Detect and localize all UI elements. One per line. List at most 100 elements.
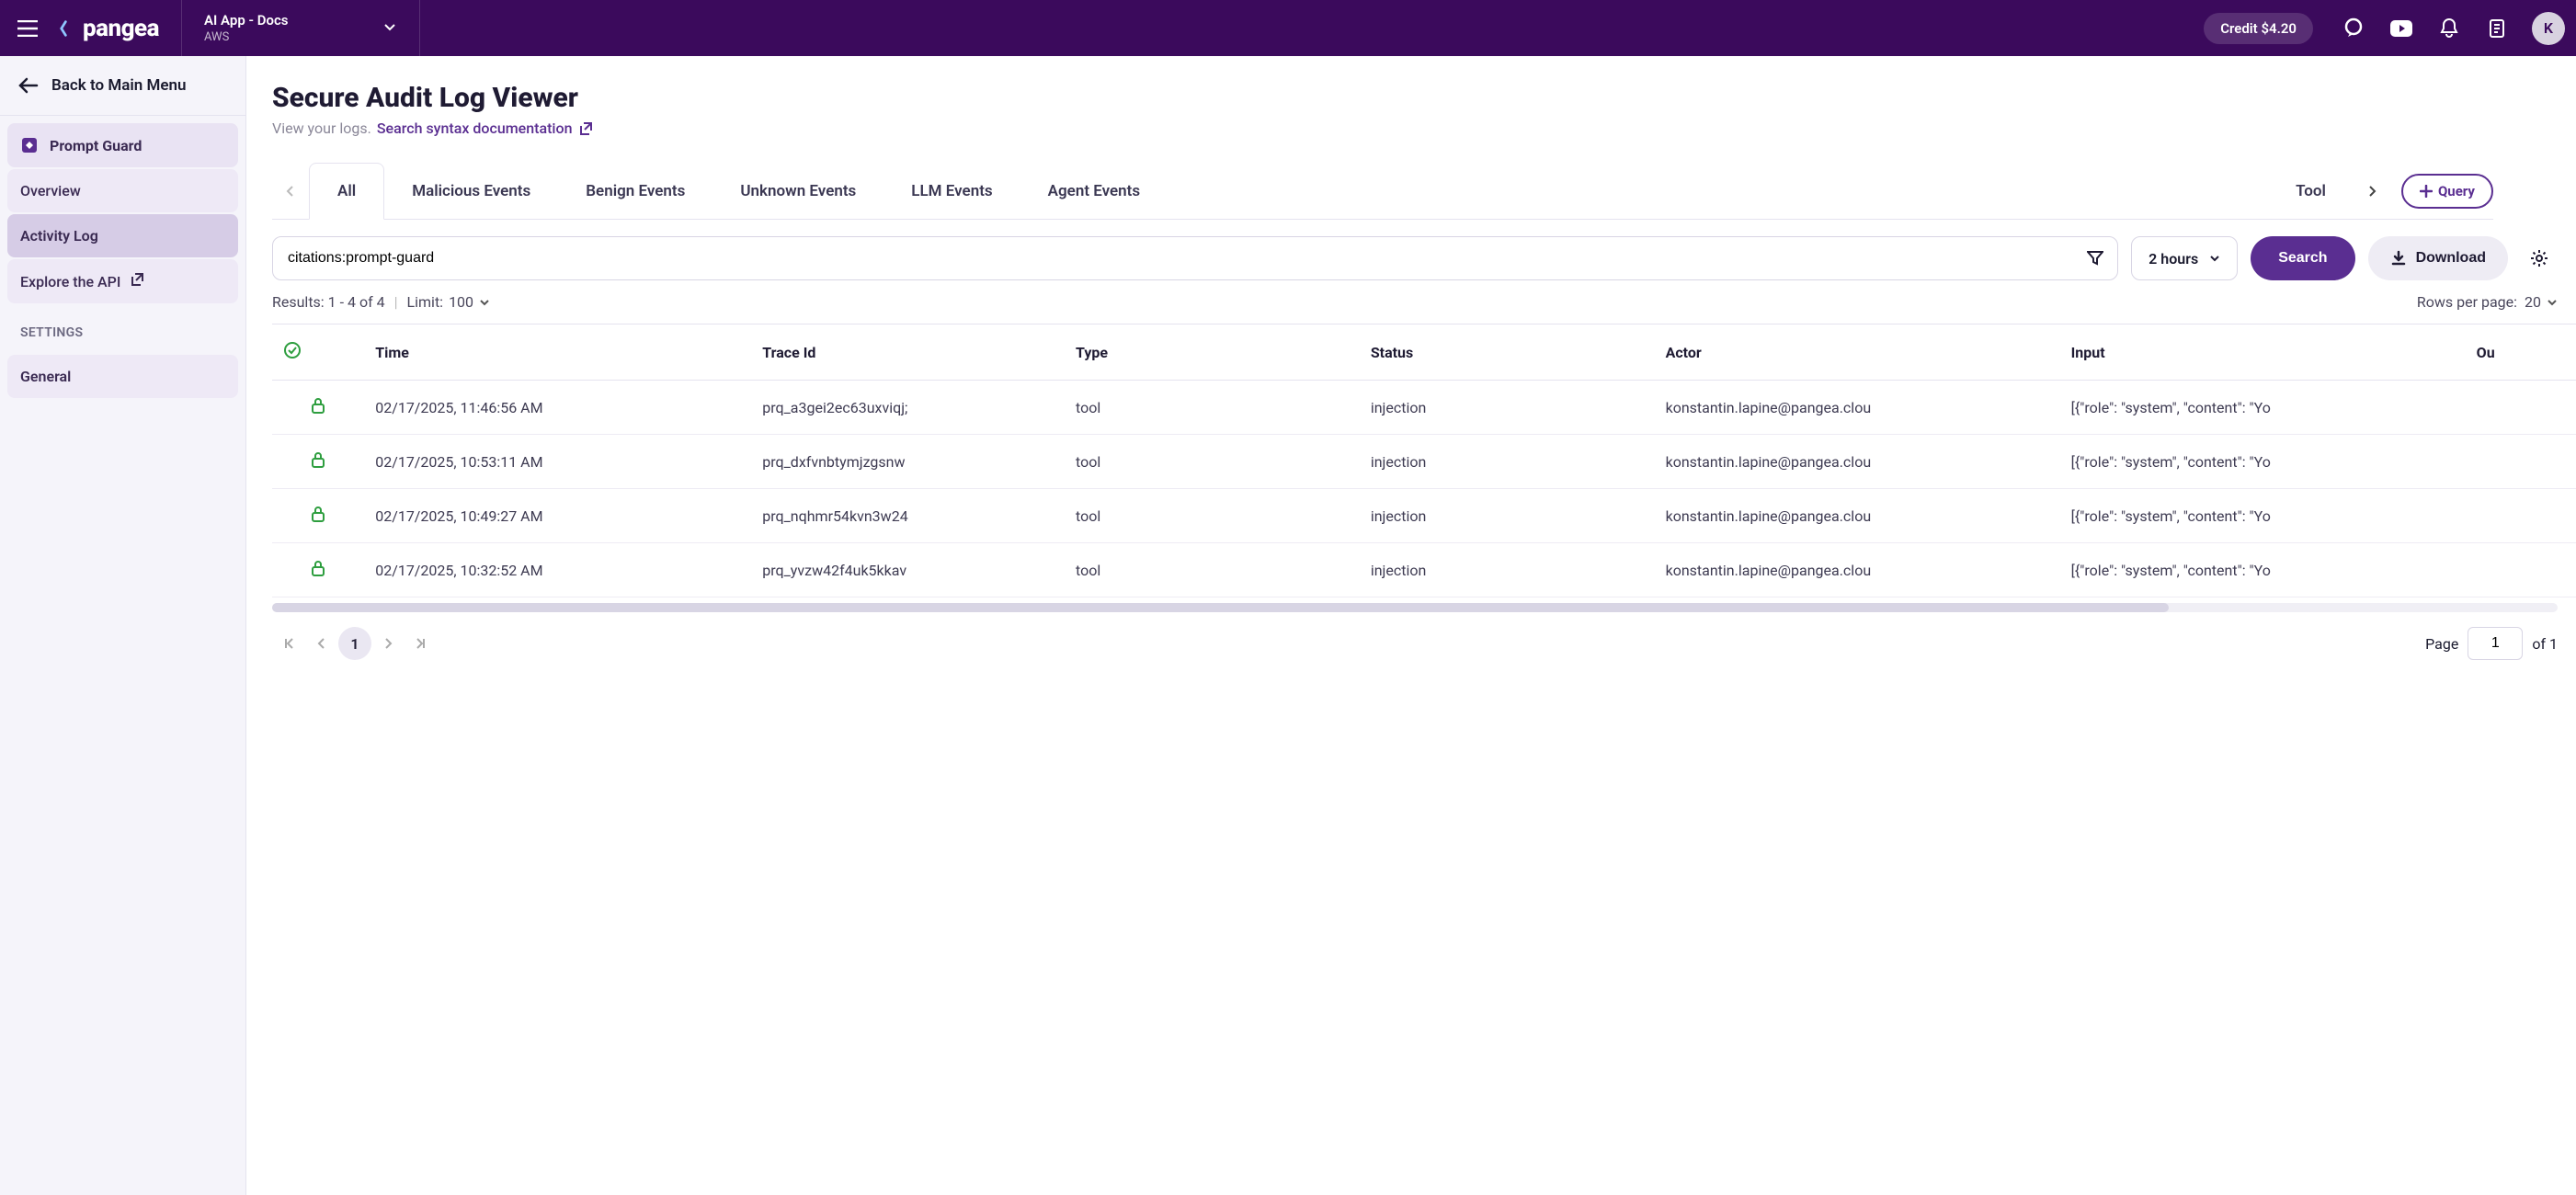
page-title: Secure Audit Log Viewer xyxy=(272,82,2576,114)
shield-icon xyxy=(20,136,39,154)
tab-benign[interactable]: Benign Events xyxy=(558,164,712,219)
col-time[interactable]: Time xyxy=(364,324,751,381)
col-trace[interactable]: Trace Id xyxy=(751,324,1065,381)
col-output[interactable]: Ou xyxy=(2466,324,2576,381)
back-label: Back to Main Menu xyxy=(51,76,186,95)
back-to-main[interactable]: Back to Main Menu xyxy=(0,56,245,116)
topbar: pangea AI App - Docs AWS Credit $4.20 K xyxy=(0,0,2576,56)
cell-time: 02/17/2025, 11:46:56 AM xyxy=(364,381,751,435)
search-row: 2 hours Search Download xyxy=(272,236,2576,280)
lock-icon xyxy=(311,506,325,522)
chevron-down-icon xyxy=(2547,297,2558,308)
cell-time: 02/17/2025, 10:32:52 AM xyxy=(364,543,751,598)
sidebar-item-label: Explore the API xyxy=(20,273,120,290)
filter-button[interactable] xyxy=(2073,237,2117,279)
col-status[interactable]: Status xyxy=(1360,324,1655,381)
credit-badge[interactable]: Credit $4.20 xyxy=(2204,13,2313,44)
cell-time: 02/17/2025, 10:49:27 AM xyxy=(364,489,751,543)
horizontal-scrollbar[interactable] xyxy=(272,603,2558,612)
chevron-down-icon xyxy=(479,297,490,308)
sidebar-item-activity-log[interactable]: Activity Log xyxy=(7,214,238,257)
page-last[interactable] xyxy=(405,627,438,660)
menu-icon[interactable] xyxy=(11,12,44,45)
app-selector[interactable]: AI App - Docs AWS xyxy=(181,0,420,56)
tab-llm[interactable]: LLM Events xyxy=(883,164,1020,219)
tab-tool[interactable]: Tool xyxy=(2268,164,2354,219)
lock-icon xyxy=(311,451,325,468)
docs-icon[interactable] xyxy=(2480,12,2513,45)
time-range-select[interactable]: 2 hours xyxy=(2131,236,2238,280)
cell-input: [{"role": "system", "content": "Yo xyxy=(2060,435,2466,489)
lock-icon xyxy=(311,560,325,576)
cell-output xyxy=(2466,543,2576,598)
log-table-wrap: Time Trace Id Type Status Actor Input Ou… xyxy=(272,324,2576,598)
col-actor[interactable]: Actor xyxy=(1655,324,2060,381)
cell-type: tool xyxy=(1065,543,1360,598)
search-input[interactable] xyxy=(273,250,2073,267)
tab-agent[interactable]: Agent Events xyxy=(1020,164,1168,219)
page-input[interactable] xyxy=(2468,627,2523,660)
sidebar-item-label: Overview xyxy=(20,182,81,199)
filter-icon xyxy=(2087,250,2103,267)
cell-output xyxy=(2466,435,2576,489)
cell-actor: konstantin.lapine@pangea.clou xyxy=(1655,489,2060,543)
page-subtitle: View your logs. Search syntax documentat… xyxy=(272,120,2576,137)
table-settings-button[interactable] xyxy=(2521,240,2558,277)
page-prev[interactable] xyxy=(305,627,338,660)
cell-status: injection xyxy=(1360,543,1655,598)
cell-time: 02/17/2025, 10:53:11 AM xyxy=(364,435,751,489)
add-query-button[interactable]: Query xyxy=(2401,174,2493,209)
col-input[interactable]: Input xyxy=(2060,324,2466,381)
cell-trace: prq_yvzw42f4uk5kkav xyxy=(751,543,1065,598)
tab-malicious[interactable]: Malicious Events xyxy=(384,164,558,219)
page-next[interactable] xyxy=(371,627,405,660)
sidebar-section-prompt-guard[interactable]: Prompt Guard xyxy=(7,123,238,167)
table-row[interactable]: 02/17/2025, 10:32:52 AMprq_yvzw42f4uk5kk… xyxy=(272,543,2576,598)
docs-link[interactable]: Search syntax documentation xyxy=(377,120,593,137)
cell-actor: konstantin.lapine@pangea.clou xyxy=(1655,543,2060,598)
cell-input: [{"role": "system", "content": "Yo xyxy=(2060,543,2466,598)
external-link-icon xyxy=(130,272,144,290)
cell-input: [{"role": "system", "content": "Yo xyxy=(2060,489,2466,543)
youtube-icon[interactable] xyxy=(2385,12,2418,45)
page-number[interactable]: 1 xyxy=(338,627,371,660)
rows-per-page-select[interactable]: 20 xyxy=(2525,293,2558,311)
cell-trace: prq_nqhmr54kvn3w24 xyxy=(751,489,1065,543)
sidebar-item-overview[interactable]: Overview xyxy=(7,169,238,212)
app-provider: AWS xyxy=(204,30,289,44)
tab-all[interactable]: All xyxy=(309,163,384,220)
download-button[interactable]: Download xyxy=(2368,236,2508,280)
search-button[interactable]: Search xyxy=(2251,236,2354,280)
cell-status: injection xyxy=(1360,435,1655,489)
tab-unknown[interactable]: Unknown Events xyxy=(712,164,883,219)
logo[interactable]: pangea xyxy=(59,15,159,42)
results-count: Results: 1 - 4 of 4 xyxy=(272,293,385,311)
chat-icon[interactable] xyxy=(2337,12,2370,45)
table-row[interactable]: 02/17/2025, 11:46:56 AMprq_a3gei2ec63uxv… xyxy=(272,381,2576,435)
col-type[interactable]: Type xyxy=(1065,324,1360,381)
cell-status: injection xyxy=(1360,489,1655,543)
sidebar-item-general[interactable]: General xyxy=(7,355,238,398)
tabs-prev[interactable] xyxy=(272,185,309,198)
bell-icon[interactable] xyxy=(2433,12,2466,45)
download-icon xyxy=(2390,250,2407,267)
col-verify xyxy=(272,324,364,381)
gear-icon xyxy=(2529,248,2549,268)
log-table: Time Trace Id Type Status Actor Input Ou… xyxy=(272,324,2576,598)
sidebar-item-label: General xyxy=(20,368,71,385)
page-first[interactable] xyxy=(272,627,305,660)
sidebar-item-explore-api[interactable]: Explore the API xyxy=(7,259,238,303)
plus-icon xyxy=(2420,185,2433,198)
search-box xyxy=(272,236,2118,280)
tabs-next[interactable] xyxy=(2354,185,2390,198)
cell-actor: konstantin.lapine@pangea.clou xyxy=(1655,381,2060,435)
avatar[interactable]: K xyxy=(2532,12,2565,45)
results-info: Results: 1 - 4 of 4 | Limit: 100 Rows pe… xyxy=(272,293,2576,311)
cell-type: tool xyxy=(1065,489,1360,543)
arrow-left-icon xyxy=(18,77,39,94)
lock-icon xyxy=(311,397,325,414)
table-row[interactable]: 02/17/2025, 10:49:27 AMprq_nqhmr54kvn3w2… xyxy=(272,489,2576,543)
table-row[interactable]: 02/17/2025, 10:53:11 AMprq_dxfvnbtymjzgs… xyxy=(272,435,2576,489)
limit-select[interactable]: 100 xyxy=(449,293,490,311)
chevron-down-icon xyxy=(382,19,397,38)
